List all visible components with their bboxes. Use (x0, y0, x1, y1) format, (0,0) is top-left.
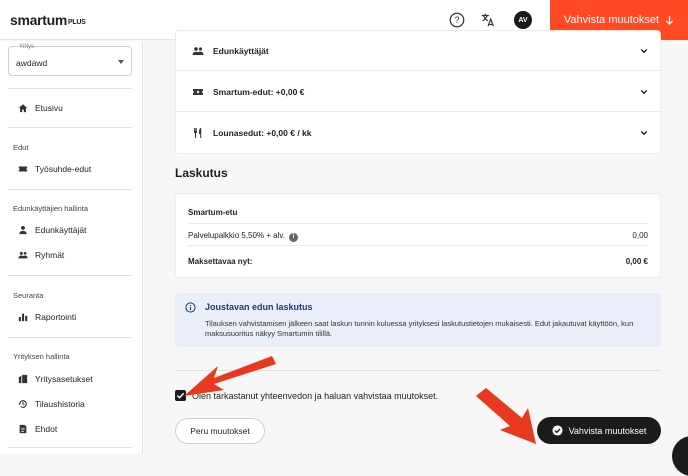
sidebar-section-label: Seuranta (13, 291, 44, 300)
sidebar-item-order-history[interactable]: Tilaushistoria (18, 397, 85, 411)
sidebar-divider (8, 447, 132, 448)
company-select[interactable]: Yritys awdawd (8, 44, 132, 76)
sidebar-item-company-settings[interactable]: Yritysasetukset (18, 372, 93, 386)
billing-fee-value: 0,00 (632, 231, 648, 240)
chevron-down-icon (640, 48, 648, 54)
billing-total-value: 0,00 € (625, 257, 648, 266)
home-icon (18, 104, 28, 113)
arrow-down-icon (665, 15, 674, 25)
caret-down-icon (118, 60, 124, 64)
accordion-users[interactable]: Edunkäyttäjät (192, 44, 648, 58)
building-icon (18, 374, 28, 384)
info-body: Tilauksen vahvistamisen jälkeen saat las… (205, 319, 634, 338)
svg-text:?: ? (454, 15, 459, 25)
billing-total-row: Maksettavaa nyt: 0,00 € (188, 257, 648, 266)
history-icon (18, 400, 27, 408)
sidebar-section-label: Edut (13, 143, 29, 152)
sidebar-item-terms[interactable]: Ehdot (18, 422, 57, 436)
user-icon (19, 226, 27, 235)
sidebar-section-label: Yrityksen hallinta (13, 352, 70, 361)
sidebar-item-users[interactable]: Edunkäyttäjät (18, 223, 87, 237)
fork-knife-icon (193, 128, 202, 138)
company-select-label: Yritys (19, 44, 34, 50)
billing-divider (188, 223, 648, 224)
sidebar-divider (8, 127, 132, 128)
sidebar-item-reporting[interactable]: Raportointi (18, 310, 76, 324)
sidebar-section-label: Edunkäyttäjien hallinta (13, 204, 89, 213)
ticket-icon (193, 89, 203, 95)
billing-heading: Laskutus (175, 166, 228, 180)
sidebar-divider (8, 275, 132, 276)
billing-divider (188, 245, 648, 246)
sidebar-divider (8, 337, 132, 338)
info-icon[interactable]: i (289, 233, 299, 242)
bar-chart-icon (18, 313, 28, 322)
sidebar-item-home[interactable]: Etusivu (18, 101, 63, 115)
billing-card: Smartum-etu Palvelupalkkio 5,50% + alv. i… (175, 193, 661, 278)
help-icon[interactable]: ? (448, 11, 466, 29)
accordion-smartum-benefits[interactable]: Smartum-edut: +0,00 € (192, 85, 648, 99)
user-avatar[interactable]: AV (514, 11, 532, 29)
group-icon (18, 251, 28, 259)
chevron-down-icon (640, 89, 648, 95)
document-icon (19, 424, 27, 434)
confirm-changes-button[interactable]: Vahvista muutokset (537, 417, 661, 444)
chat-widget-button[interactable] (672, 436, 688, 476)
users-icon (192, 47, 204, 55)
translate-icon[interactable] (479, 11, 497, 29)
ticket-icon (18, 166, 28, 172)
sidebar-item-benefits[interactable]: Työsuhde-edut (18, 162, 91, 176)
annotation-arrow-icon (476, 388, 536, 444)
chevron-down-icon (640, 130, 648, 136)
accordion-lunch-benefits[interactable]: Lounasedut: +0,00 € / kk (192, 126, 648, 140)
billing-section-title: Smartum-etu (188, 208, 238, 217)
billing-fee-row: Palvelupalkkio 5,50% + alv. i 0,00 (188, 231, 648, 242)
sidebar: Yritys awdawd Etusivu Edut Työsuhde-edut… (0, 41, 143, 454)
order-summary-card: Edunkäyttäjät Smartum-edut: +0,00 € Loun… (175, 30, 662, 154)
info-title: Joustavan edun laskutus (205, 302, 313, 312)
sidebar-item-groups[interactable]: Ryhmät (18, 248, 64, 262)
sidebar-divider (8, 189, 132, 190)
check-circle-icon (552, 425, 563, 436)
accordion-divider (176, 70, 662, 71)
smartum-logo[interactable]: smartumPLUS (10, 12, 86, 28)
accordion-divider (176, 111, 662, 112)
info-circle-icon (185, 302, 196, 313)
sidebar-divider (8, 88, 132, 89)
cancel-changes-button[interactable]: Peru muutokset (175, 418, 265, 444)
annotation-arrow-icon (184, 356, 276, 396)
flexible-billing-info: Joustavan edun laskutus Tilauksen vahvis… (175, 293, 661, 347)
